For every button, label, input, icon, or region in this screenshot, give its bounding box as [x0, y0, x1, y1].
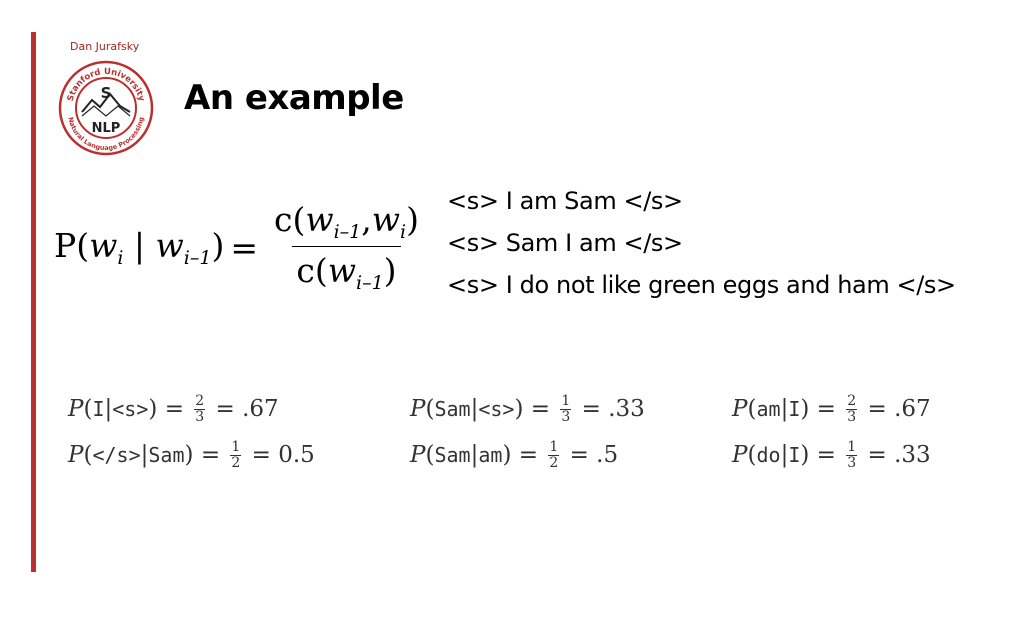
- prob-value: .33: [608, 396, 645, 422]
- prob-context: am: [478, 443, 503, 467]
- prob-context: I: [788, 443, 801, 467]
- prob-word: do: [756, 443, 781, 467]
- training-sentences: <s> I am Sam </s> <s> Sam I am </s> <s> …: [447, 180, 956, 306]
- prob-value: .67: [242, 396, 279, 422]
- prob-fraction: 12: [230, 438, 242, 471]
- probability-expression: P(Sam | am) = 12 = .5: [410, 438, 619, 471]
- probability-expression: P(am | I) = 23 = .67: [732, 392, 931, 425]
- logo-letter-s: S: [101, 84, 112, 102]
- formula-denominator: c(wi–1): [292, 246, 401, 294]
- probability-expression: P(I | <s>) = 23 = .67: [68, 392, 279, 425]
- author-name: Dan Jurafsky: [70, 40, 140, 53]
- probability-expression: P(do | I) = 13 = .33: [732, 438, 931, 471]
- prob-fraction: 13: [846, 438, 858, 471]
- formula-lhs: P(wi | wi–1): [54, 225, 225, 269]
- prob-context: <s>: [112, 397, 149, 421]
- prob-word: </s>: [92, 443, 141, 467]
- prob-fraction: 23: [194, 392, 206, 425]
- left-accent-bar: [31, 32, 36, 572]
- prob-word: I: [92, 397, 105, 421]
- prob-value: .5: [596, 442, 619, 468]
- prob-value: .67: [894, 396, 931, 422]
- prob-fraction: 12: [548, 438, 560, 471]
- slide-title: An example: [184, 78, 404, 118]
- prob-context: <s>: [478, 397, 515, 421]
- formula-numerator: c(wi–1,wi): [273, 200, 419, 243]
- prob-value: 0.5: [278, 442, 315, 468]
- prob-fraction: 23: [846, 392, 858, 425]
- prob-value: .33: [894, 442, 931, 468]
- prob-word: Sam: [434, 397, 471, 421]
- formula-equals: =: [230, 227, 258, 267]
- bigram-formula: P(wi | wi–1) = c(wi–1,wi) c(wi–1): [54, 200, 423, 294]
- prob-fraction: 13: [560, 392, 572, 425]
- sentence-item: <s> I do not like green eggs and ham </s…: [447, 271, 956, 299]
- prob-context: I: [788, 397, 801, 421]
- probability-expression: P(</s> | Sam) = 12 = 0.5: [68, 438, 315, 471]
- probability-expression: P(Sam | <s>) = 13 = .33: [410, 392, 645, 425]
- stanford-nlp-logo-icon: Stanford University Natural Language Pro…: [58, 60, 154, 156]
- prob-word: am: [756, 397, 781, 421]
- sentence-item: <s> Sam I am </s>: [447, 229, 683, 257]
- prob-word: Sam: [434, 443, 471, 467]
- logo-nlp-text: NLP: [92, 121, 121, 136]
- formula-fraction: c(wi–1,wi) c(wi–1): [270, 200, 423, 294]
- sentence-item: <s> I am Sam </s>: [447, 187, 683, 215]
- prob-context: Sam: [148, 443, 185, 467]
